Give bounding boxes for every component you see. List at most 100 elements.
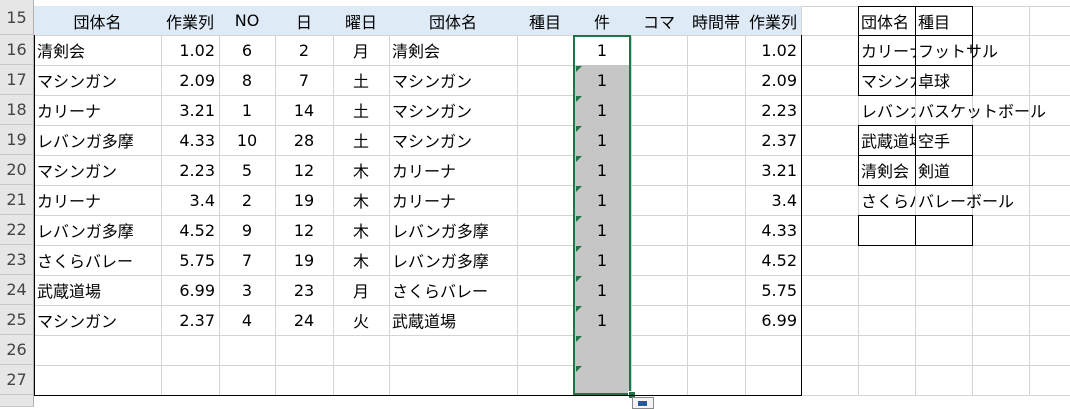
cell-koma[interactable] bbox=[631, 275, 687, 305]
row-header[interactable]: 26 bbox=[0, 335, 34, 365]
row-header[interactable]: 16 bbox=[0, 35, 34, 65]
cell-day[interactable]: 12 bbox=[275, 215, 333, 245]
cell-no[interactable]: 5 bbox=[219, 155, 275, 185]
cell-work[interactable]: 3.21 bbox=[161, 95, 219, 125]
cell-event[interactable] bbox=[517, 365, 573, 395]
cell-count[interactable]: 1 bbox=[573, 35, 631, 65]
side-cell-event[interactable]: 剣道 bbox=[915, 155, 1065, 185]
row-header[interactable]: 19 bbox=[0, 125, 34, 155]
spreadsheet-grid[interactable]: 15 16 17 18 19 20 21 22 23 24 25 26 27 団体名 作業列 NO 日曜日 団体名… bbox=[0, 0, 1070, 409]
cell-work2[interactable]: 4.33 bbox=[745, 215, 801, 245]
cell-group[interactable] bbox=[34, 365, 161, 395]
cell-day[interactable] bbox=[275, 335, 333, 365]
cell-count[interactable]: 1 bbox=[573, 305, 631, 335]
cell-work2[interactable]: 2.37 bbox=[745, 125, 801, 155]
cell-work[interactable]: 2.09 bbox=[161, 65, 219, 95]
side-header-cell[interactable]: 団体名 bbox=[858, 6, 915, 36]
cell-work[interactable]: 2.23 bbox=[161, 155, 219, 185]
cell-weekday[interactable]: 木 bbox=[333, 215, 389, 245]
side-cell-event[interactable] bbox=[915, 215, 1065, 245]
cell-event[interactable] bbox=[517, 185, 573, 215]
cell-group[interactable]: さくらバレー bbox=[34, 245, 161, 275]
cell-count[interactable]: 1 bbox=[573, 245, 631, 275]
autofill-options-button[interactable] bbox=[632, 397, 654, 409]
cell-group2[interactable] bbox=[389, 335, 517, 365]
cell-day[interactable]: 2 bbox=[275, 35, 333, 65]
row-header[interactable]: 22 bbox=[0, 215, 34, 245]
cell-koma[interactable] bbox=[631, 305, 687, 335]
cell-timeslot[interactable] bbox=[687, 245, 745, 275]
cell-event[interactable] bbox=[517, 65, 573, 95]
cell-timeslot[interactable] bbox=[687, 125, 745, 155]
cell-work2[interactable]: 1.02 bbox=[745, 35, 801, 65]
cell-no[interactable]: 6 bbox=[219, 35, 275, 65]
cell-work[interactable]: 3.4 bbox=[161, 185, 219, 215]
side-cell-group[interactable]: 武蔵道場 bbox=[858, 125, 915, 155]
cell-work[interactable]: 4.33 bbox=[161, 125, 219, 155]
column-header-cell[interactable]: 日 bbox=[275, 6, 333, 35]
column-header-cell[interactable]: 作業列 bbox=[161, 6, 219, 35]
cell-count[interactable]: 1 bbox=[573, 185, 631, 215]
cell-group[interactable] bbox=[34, 335, 161, 365]
cell-event[interactable] bbox=[517, 245, 573, 275]
side-header-cell[interactable]: 種目 bbox=[915, 6, 1032, 36]
row-header[interactable]: 25 bbox=[0, 305, 34, 335]
cell-no[interactable]: 8 bbox=[219, 65, 275, 95]
side-cell-event[interactable]: フットサル bbox=[915, 35, 1065, 65]
side-cell-group[interactable] bbox=[858, 215, 915, 245]
side-cell-group[interactable]: カリーナ bbox=[858, 35, 915, 65]
row-header[interactable]: 20 bbox=[0, 155, 34, 185]
cell-no[interactable]: 4 bbox=[219, 305, 275, 335]
cell-count[interactable] bbox=[573, 335, 631, 365]
cell-group[interactable]: マシンガン bbox=[34, 65, 161, 95]
cell-group2[interactable]: マシンガン bbox=[389, 125, 517, 155]
row-header[interactable] bbox=[0, 395, 34, 407]
cell-group2[interactable]: レバンガ多摩 bbox=[389, 215, 517, 245]
cell-timeslot[interactable] bbox=[687, 65, 745, 95]
cell-group[interactable]: レバンガ多摩 bbox=[34, 125, 161, 155]
cell-work2[interactable] bbox=[745, 365, 801, 395]
column-header-cell[interactable]: 時間帯 bbox=[687, 6, 745, 35]
cell-count[interactable]: 1 bbox=[573, 155, 631, 185]
cell-group2[interactable]: 清剣会 bbox=[389, 35, 517, 65]
row-header[interactable]: 15 bbox=[0, 0, 34, 35]
cell-event[interactable] bbox=[517, 35, 573, 65]
cell-day[interactable]: 12 bbox=[275, 155, 333, 185]
row-header[interactable]: 23 bbox=[0, 245, 34, 275]
column-header-cell[interactable]: 団体名 bbox=[389, 6, 517, 35]
cell-work[interactable] bbox=[161, 335, 219, 365]
cell-timeslot[interactable] bbox=[687, 305, 745, 335]
cell-count[interactable]: 1 bbox=[573, 95, 631, 125]
cell-timeslot[interactable] bbox=[687, 215, 745, 245]
column-header-cell[interactable]: 団体名 bbox=[34, 6, 161, 35]
cell-weekday[interactable]: 木 bbox=[333, 245, 389, 275]
cell-work[interactable]: 4.52 bbox=[161, 215, 219, 245]
side-cell-group[interactable]: さくらバレー bbox=[858, 185, 915, 215]
cell-day[interactable]: 7 bbox=[275, 65, 333, 95]
cell-group2[interactable]: カリーナ bbox=[389, 155, 517, 185]
cell-weekday[interactable]: 土 bbox=[333, 125, 389, 155]
cell-weekday[interactable] bbox=[333, 335, 389, 365]
column-header-cell[interactable]: NO bbox=[219, 6, 275, 35]
cell-weekday[interactable]: 土 bbox=[333, 95, 389, 125]
cell-work[interactable]: 1.02 bbox=[161, 35, 219, 65]
cell-no[interactable]: 2 bbox=[219, 185, 275, 215]
cell-day[interactable]: 14 bbox=[275, 95, 333, 125]
cell-koma[interactable] bbox=[631, 125, 687, 155]
cell-work[interactable]: 6.99 bbox=[161, 275, 219, 305]
cell-work2[interactable]: 5.75 bbox=[745, 275, 801, 305]
cell-work2[interactable]: 2.23 bbox=[745, 95, 801, 125]
cell-group2[interactable]: レバンガ多摩 bbox=[389, 245, 517, 275]
cell-no[interactable] bbox=[219, 335, 275, 365]
row-header[interactable]: 18 bbox=[0, 95, 34, 125]
cell-event[interactable] bbox=[517, 95, 573, 125]
cell-work2[interactable]: 2.09 bbox=[745, 65, 801, 95]
cell-koma[interactable] bbox=[631, 335, 687, 365]
cell-timeslot[interactable] bbox=[687, 185, 745, 215]
cell-koma[interactable] bbox=[631, 65, 687, 95]
column-header-cell[interactable]: 種目 bbox=[517, 6, 573, 35]
cell-koma[interactable] bbox=[631, 365, 687, 395]
cell-no[interactable]: 3 bbox=[219, 275, 275, 305]
cell-group2[interactable] bbox=[389, 365, 517, 395]
cell-weekday[interactable]: 火 bbox=[333, 305, 389, 335]
